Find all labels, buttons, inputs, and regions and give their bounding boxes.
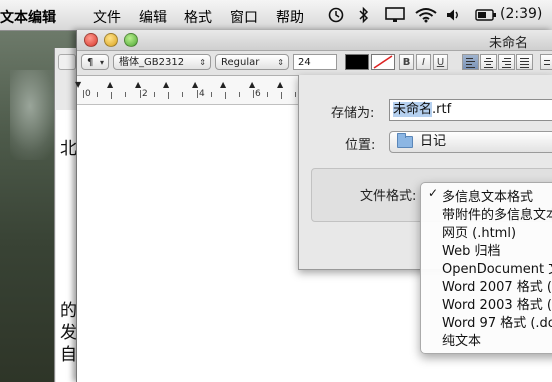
align-left-button[interactable] (462, 54, 479, 70)
format-menu-item-word97[interactable]: Word 97 格式 (.do (421, 312, 552, 331)
menu-help[interactable]: 帮助 (276, 7, 304, 27)
tab-stop-icon[interactable]: ▲ (135, 80, 141, 89)
format-menu-item-word2003[interactable]: Word 2003 格式 (. (421, 294, 552, 313)
checkmark-icon: ✓ (428, 186, 439, 200)
close-button[interactable] (84, 33, 98, 47)
ruler-label: 6 (255, 89, 261, 99)
zoom-button[interactable] (124, 33, 138, 47)
battery-icon[interactable] (475, 9, 497, 21)
window-titlebar[interactable]: 未命名 (77, 30, 552, 51)
file-format-menu: ✓ 多信息文本格式 带附件的多信息文本 网页 (.html) Web 归档 Op… (420, 182, 552, 354)
paragraph-style-popup[interactable]: ¶ ▾ (81, 54, 109, 70)
tab-stop-icon[interactable]: ▲ (249, 80, 255, 89)
filename-field[interactable]: 未命名.rtf (389, 99, 552, 121)
text-color-well[interactable] (345, 54, 369, 70)
background-color-well[interactable] (371, 54, 395, 70)
menu-format[interactable]: 格式 (184, 7, 212, 27)
file-format-label: 文件格式: (360, 189, 417, 204)
minimize-button[interactable] (104, 33, 118, 47)
ruler-label: 0 (85, 89, 91, 99)
format-menu-item-webarchive[interactable]: Web 归档 (421, 240, 552, 259)
tab-stop-icon[interactable]: ▲ (220, 80, 226, 89)
ruler-label: 4 (199, 89, 205, 99)
location-value: 日记 (420, 134, 447, 149)
bold-button[interactable]: B (399, 54, 414, 70)
line-spacing-popup[interactable] (540, 54, 552, 70)
menu-file[interactable]: 文件 (93, 7, 121, 27)
background-text-line: 自 (60, 345, 77, 365)
tab-stop-icon[interactable]: ▲ (107, 80, 113, 89)
where-label: 位置: (345, 138, 376, 153)
save-as-label: 存储为: (331, 106, 375, 121)
volume-icon[interactable] (446, 8, 460, 22)
format-menu-item-plaintext[interactable]: 纯文本 (421, 330, 552, 349)
time-machine-icon[interactable] (327, 7, 345, 23)
location-popup[interactable]: 日记 (389, 131, 552, 153)
font-family-popup[interactable]: 楷体_GB2312 ⇕ (113, 54, 211, 70)
ruler-label: 2 (142, 89, 148, 99)
underline-button[interactable]: U (433, 54, 448, 70)
filename-selected-text: 未命名 (393, 102, 433, 117)
font-size-field[interactable]: 24 (293, 54, 337, 70)
font-style-popup[interactable]: Regular ⇕ (215, 54, 289, 70)
align-right-button[interactable] (498, 54, 515, 70)
bluetooth-icon[interactable] (358, 6, 370, 24)
menubar: 文本编辑 文件 编辑 格式 窗口 帮助 (2:39) (0, 0, 552, 31)
menu-window[interactable]: 窗口 (230, 7, 258, 27)
format-toolbar: ¶ ▾ 楷体_GB2312 ⇕ Regular ⇕ 24 B I U (77, 51, 552, 76)
window-title: 未命名 (489, 36, 529, 51)
justify-button[interactable] (516, 54, 533, 70)
format-menu-item-word2007[interactable]: Word 2007 格式 (. (421, 276, 552, 295)
tab-stop-icon[interactable]: ▲ (277, 80, 283, 89)
menubar-app-name[interactable]: 文本编辑 (0, 7, 56, 27)
display-mirroring-icon[interactable] (385, 7, 405, 23)
align-center-button[interactable] (480, 54, 497, 70)
format-menu-item-rtf[interactable]: ✓ 多信息文本格式 (421, 186, 552, 205)
no-color-icon (373, 55, 393, 69)
format-menu-item-html[interactable]: 网页 (.html) (421, 222, 552, 241)
italic-button[interactable]: I (416, 54, 431, 70)
folder-icon (397, 133, 413, 148)
wifi-icon[interactable] (415, 7, 437, 23)
menu-edit[interactable]: 编辑 (139, 7, 167, 27)
format-menu-item-odt[interactable]: OpenDocument 文 (421, 258, 552, 277)
tab-stop-icon[interactable]: ▲ (163, 80, 169, 89)
format-menu-item-rtfd[interactable]: 带附件的多信息文本 (421, 204, 552, 223)
tab-stop-icon[interactable]: ▲ (192, 80, 198, 89)
background-text-line: 北 (60, 139, 77, 159)
background-window-button (58, 54, 76, 70)
filename-extension: .rtf (432, 102, 452, 117)
left-margin-marker-icon[interactable]: ▼ (75, 80, 81, 89)
battery-time[interactable]: (2:39) (500, 6, 542, 22)
